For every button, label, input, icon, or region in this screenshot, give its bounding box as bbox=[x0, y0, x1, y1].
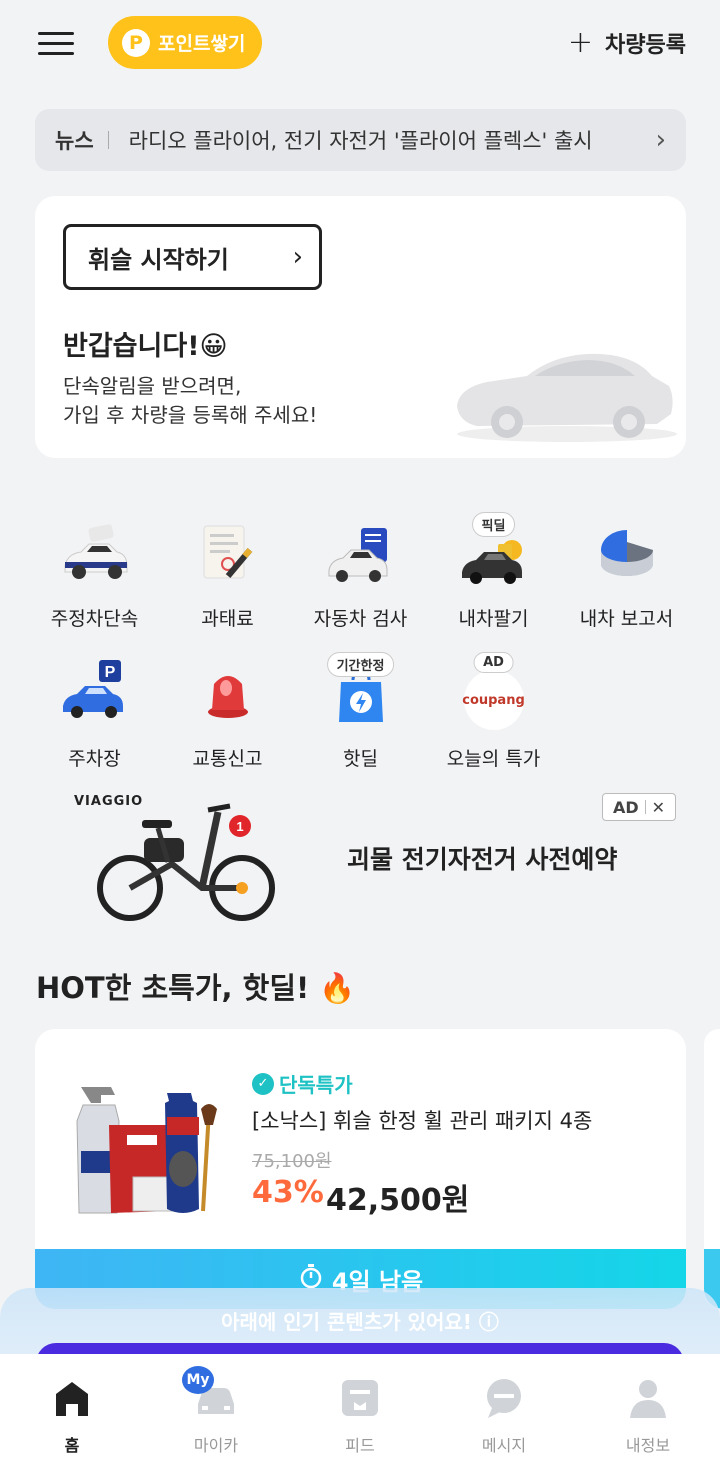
menu-label: 오늘의 특가 bbox=[446, 748, 541, 770]
home-icon bbox=[50, 1376, 94, 1420]
nav-label: 홈 bbox=[64, 1436, 80, 1455]
discount-rate: 43% bbox=[252, 1175, 324, 1210]
menu-item-sell-car[interactable]: 픽딜 내차팔기 bbox=[427, 512, 560, 631]
ad-banner[interactable]: VIAGGIO 1 괴물 전기자전거 사전예약 AD ✕ bbox=[50, 786, 680, 926]
menu-item-traffic-report[interactable]: 교통신고 bbox=[161, 660, 294, 771]
nav-label: 마이카 bbox=[193, 1436, 239, 1455]
menu-badge-ad: AD bbox=[473, 652, 514, 673]
enforcement-car-icon bbox=[59, 520, 131, 592]
start-whistle-label: 휘슬 시작하기 bbox=[88, 245, 229, 274]
popular-content-hint-label: 아래에 인기 콘텐츠가 있어요! bbox=[221, 1310, 472, 1334]
message-icon bbox=[482, 1376, 526, 1420]
my-badge: My bbox=[182, 1366, 214, 1394]
plus-icon: + bbox=[567, 25, 594, 60]
menu-badge-pickdeal: 픽딜 bbox=[471, 512, 516, 537]
car-report-icon bbox=[591, 520, 663, 592]
coupang-logo: coupang bbox=[462, 670, 525, 730]
placeholder-car-icon bbox=[457, 353, 677, 442]
menu-item-hotdeal[interactable]: 기간한정 핫딜 bbox=[294, 652, 427, 771]
point-earn-label: 포인트쌓기 bbox=[158, 33, 246, 55]
coupang-icon: AD coupang bbox=[458, 652, 530, 732]
traffic-report-siren-icon bbox=[192, 660, 264, 732]
menu-item-coupang-deal[interactable]: AD coupang 오늘의 특가 bbox=[427, 652, 560, 771]
verified-badge-icon: ✓ bbox=[252, 1072, 274, 1095]
hotdeal-section-title: HOT한 초특가, 핫딜! 🔥 bbox=[36, 971, 356, 1005]
menu-label: 자동차 검사 bbox=[313, 608, 408, 630]
close-icon[interactable]: ✕ bbox=[652, 798, 665, 817]
bike-badge-number: 1 bbox=[236, 819, 243, 834]
original-price: 75,100원 bbox=[252, 1151, 332, 1172]
welcome-description: 단속알림을 받으려면, 가입 후 차량을 등록해 주세요! bbox=[63, 372, 317, 430]
news-headline: 라디오 플라이어, 전기 자전거 '플라이어 플렉스' 출시 bbox=[128, 129, 593, 153]
menu-item-car-inspection[interactable]: 자동차 검사 bbox=[294, 520, 427, 631]
bottom-navigation: 홈 My 마이카 피드 메시지 내정보 bbox=[0, 1354, 720, 1468]
menu-item-car-report[interactable]: 내차 보고서 bbox=[560, 520, 693, 631]
arrow-down-circle-icon: ⓘ bbox=[478, 1310, 499, 1334]
next-deal-card-peek[interactable] bbox=[704, 1029, 720, 1309]
sale-price: 42,500원 bbox=[326, 1183, 470, 1218]
menu-badge-limited: 기간한정 bbox=[326, 652, 395, 677]
menu-label: 내차 보고서 bbox=[579, 608, 674, 630]
parking-icon: P bbox=[59, 660, 131, 732]
ad-badge-divider bbox=[644, 800, 646, 814]
hotdeal-bag-icon: 기간한정 bbox=[325, 652, 397, 732]
menu-label: 과태료 bbox=[201, 608, 254, 630]
register-vehicle-button[interactable]: + 차량등록 bbox=[568, 24, 686, 62]
ad-label: AD bbox=[612, 797, 639, 817]
chevron-right-icon: › bbox=[292, 242, 303, 272]
menu-item-parking-enforcement[interactable]: 주정차단속 bbox=[28, 520, 161, 631]
nav-label: 내정보 bbox=[625, 1436, 671, 1455]
menu-label: 주차장 bbox=[68, 748, 121, 770]
menu-label: 교통신고 bbox=[192, 748, 263, 770]
start-whistle-button[interactable]: 휘슬 시작하기 › bbox=[63, 224, 322, 290]
nav-label: 메시지 bbox=[481, 1436, 527, 1455]
point-coin-icon: P bbox=[122, 28, 150, 57]
svg-text:P: P bbox=[104, 664, 115, 681]
e-bike-image: 1 bbox=[97, 803, 275, 921]
chevron-right-icon: › bbox=[655, 125, 666, 155]
exclusive-deal-label: ✓ 단독특가 bbox=[252, 1069, 353, 1098]
nav-label: 피드 bbox=[345, 1436, 375, 1455]
fine-document-icon bbox=[192, 520, 264, 592]
menu-label: 내차팔기 bbox=[458, 608, 529, 630]
menu-label: 핫딜 bbox=[343, 748, 378, 770]
menu-item-parking[interactable]: P 주차장 bbox=[28, 660, 161, 771]
welcome-desc-line1: 단속알림을 받으려면, bbox=[63, 374, 242, 398]
hotdeal-card[interactable]: ✓ 단독특가 [소낙스] 휘슬 한정 휠 관리 패키지 4종 75,100원 4… bbox=[35, 1029, 686, 1309]
top-bar: P 포인트쌓기 + 차량등록 bbox=[0, 0, 720, 88]
product-name: [소낙스] 휘슬 한정 휠 관리 패키지 4종 bbox=[252, 1109, 593, 1133]
mycar-icon: My bbox=[182, 1366, 238, 1420]
register-vehicle-label: 차량등록 bbox=[605, 33, 686, 58]
menu-item-fine[interactable]: 과태료 bbox=[161, 520, 294, 631]
sell-car-icon: 픽딜 bbox=[458, 512, 530, 592]
nav-feed[interactable]: 피드 bbox=[288, 1354, 432, 1468]
news-ticker[interactable]: 뉴스 라디오 플라이어, 전기 자전거 '플라이어 플렉스' 출시 › bbox=[35, 109, 686, 171]
news-divider bbox=[107, 131, 109, 149]
nav-message[interactable]: 메시지 bbox=[432, 1354, 576, 1468]
nav-profile[interactable]: 내정보 bbox=[576, 1354, 720, 1468]
car-inspection-icon bbox=[325, 520, 397, 592]
point-earn-button[interactable]: P 포인트쌓기 bbox=[108, 16, 262, 69]
profile-icon bbox=[626, 1376, 670, 1420]
ad-text: 괴물 전기자전거 사전예약 bbox=[347, 845, 618, 874]
news-tag: 뉴스 bbox=[55, 129, 94, 153]
nav-mycar[interactable]: My 마이카 bbox=[144, 1354, 288, 1468]
welcome-desc-line2: 가입 후 차량을 등록해 주세요! bbox=[63, 403, 318, 427]
exclusive-deal-text: 단독특가 bbox=[279, 1073, 353, 1097]
feed-icon bbox=[338, 1376, 382, 1420]
menu-label: 주정차단속 bbox=[50, 608, 139, 630]
welcome-card: 휘슬 시작하기 › 반갑습니다!😀 단속알림을 받으려면, 가입 후 차량을 등… bbox=[35, 196, 686, 458]
product-image bbox=[76, 1087, 217, 1214]
nav-home[interactable]: 홈 bbox=[0, 1354, 144, 1468]
ad-close-badge[interactable]: AD ✕ bbox=[602, 793, 676, 821]
popular-content-hint-text: 아래에 인기 콘텐츠가 있어요! ⓘ bbox=[0, 1306, 720, 1335]
welcome-greeting: 반갑습니다!😀 bbox=[63, 331, 228, 362]
hamburger-menu-icon[interactable] bbox=[38, 30, 74, 58]
